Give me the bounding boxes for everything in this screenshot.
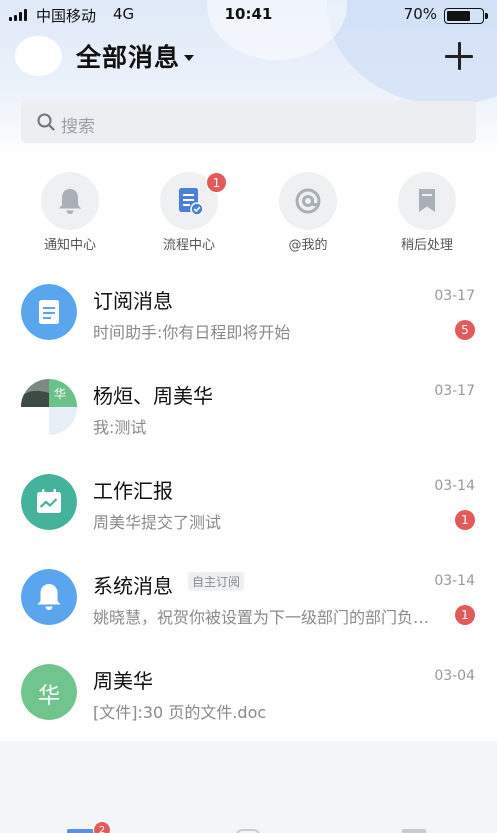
battery-percent: 70%: [403, 5, 437, 23]
list-item[interactable]: 工作汇报 03-14 周美华提交了测试 1: [0, 455, 497, 550]
bell-icon: [59, 189, 81, 214]
process-center-label: 流程中心: [162, 238, 215, 253]
status-bar: 中国移动 4G 10:41 70%: [0, 0, 497, 30]
unread-badge: 1: [455, 510, 475, 530]
notification-center-button[interactable]: [41, 172, 99, 230]
process-later-label: 稍后处理: [400, 238, 453, 253]
conversation-date: 03-14: [434, 573, 475, 589]
conversation-preview: 姚晓慧，祝贺你被设置为下一级部门的部门负责人: [93, 608, 443, 627]
messages-tab-icon[interactable]: [67, 829, 95, 833]
list-item[interactable]: 订阅消息 03-17 时间助手:你有日程即将开始 5: [0, 265, 497, 360]
conversation-date: 03-17: [434, 383, 475, 399]
mentions-button[interactable]: [279, 172, 337, 230]
list-item[interactable]: 华 周美华 03-04 [文件]:30 页的文件.doc: [0, 645, 497, 740]
chevron-down-icon[interactable]: [184, 55, 194, 61]
process-center-badge: 1: [206, 172, 227, 193]
contacts-tab-icon[interactable]: [402, 829, 426, 833]
process-later-button[interactable]: [398, 172, 456, 230]
conversation-name: 工作汇报: [93, 479, 173, 503]
page-title[interactable]: 全部消息: [76, 38, 180, 74]
conversation-name: 周美华: [93, 669, 153, 693]
conversation-date: 03-04: [434, 668, 475, 684]
subscription-tag: 自主订阅: [188, 572, 245, 591]
conversation-preview: 时间助手:你有日程即将开始: [93, 323, 291, 342]
avatar-char: 华: [54, 387, 67, 401]
group-avatar: 华: [21, 379, 77, 435]
user-avatar: 华: [21, 664, 77, 720]
unread-badge: 1: [455, 605, 475, 625]
message-list: 订阅消息 03-17 时间助手:你有日程即将开始 5 华 杨烜、周美华 03-1…: [0, 265, 497, 741]
report-chart-icon: [21, 474, 77, 530]
subscription-doc-icon: [21, 284, 77, 340]
conversation-name: 杨烜、周美华: [93, 384, 213, 408]
app-screen: 中国移动 4G 10:41 70% 全部消息 搜索 1 通知中心 流程中心 @我…: [0, 0, 497, 833]
at-icon: [295, 188, 321, 214]
add-icon[interactable]: [445, 42, 473, 70]
search-icon: [37, 113, 55, 131]
messages-tab-badge: 2: [93, 821, 111, 833]
bookmark-icon: [419, 189, 435, 212]
mentions-label: @我的: [288, 238, 328, 253]
search-input[interactable]: 搜索: [21, 101, 476, 143]
avatar-char: 华: [37, 684, 60, 709]
search-placeholder: 搜索: [61, 117, 95, 137]
conversation-preview: [文件]:30 页的文件.doc: [93, 703, 267, 722]
conversation-preview: 我:测试: [93, 418, 147, 437]
conversation-name: 订阅消息: [93, 289, 173, 313]
notification-center-label: 通知中心: [43, 238, 96, 253]
user-avatar[interactable]: [15, 36, 62, 76]
system-bell-icon: [21, 569, 77, 625]
battery-icon: [444, 8, 488, 24]
conversation-preview: 周美华提交了测试: [93, 513, 222, 532]
conversation-date: 03-17: [434, 288, 475, 304]
workbench-tab-icon[interactable]: [236, 829, 260, 833]
list-item[interactable]: 系统消息 自主订阅 03-14 姚晓慧，祝贺你被设置为下一级部门的部门负责人 1: [0, 550, 497, 645]
unread-badge: 5: [455, 320, 475, 340]
conversation-date: 03-14: [434, 478, 475, 494]
list-item[interactable]: 华 杨烜、周美华 03-17 我:测试: [0, 360, 497, 455]
conversation-name: 系统消息: [93, 574, 173, 598]
